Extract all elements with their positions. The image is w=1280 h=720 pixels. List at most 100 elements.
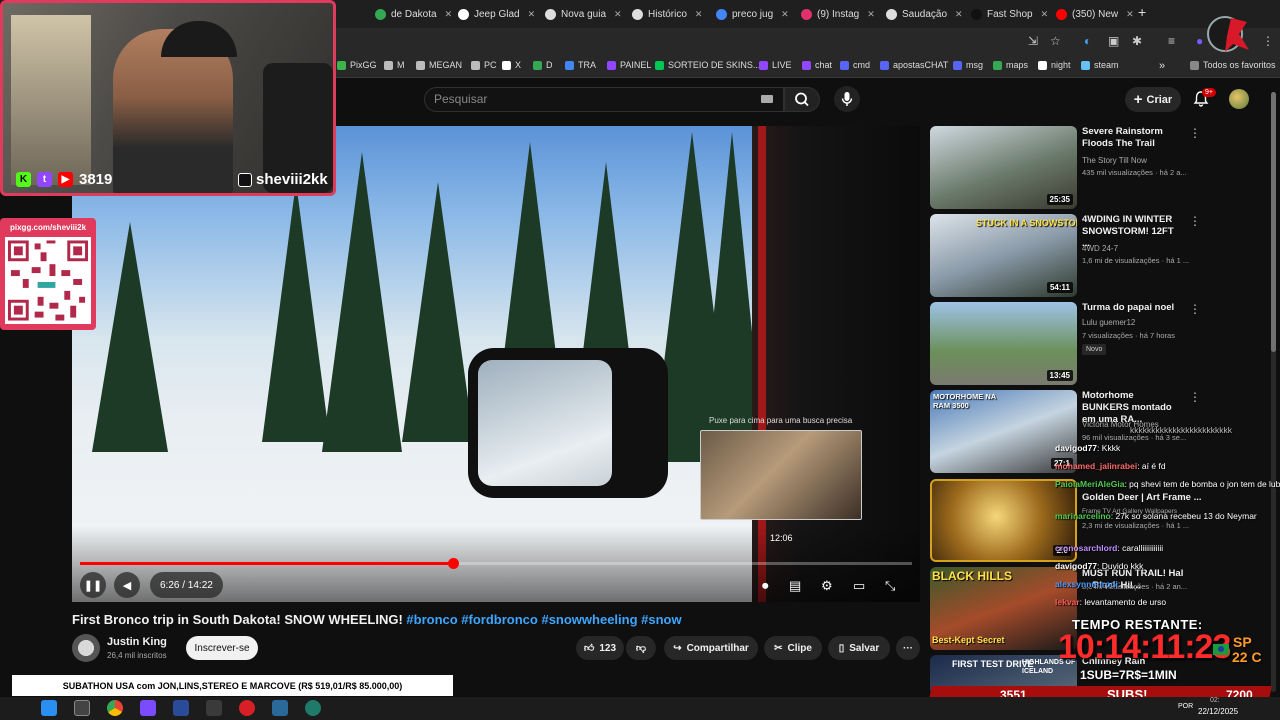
install-icon[interactable]: ⇲ — [1028, 34, 1038, 48]
bookmark-item[interactable]: PAINEL — [607, 60, 651, 70]
channel-name[interactable]: Justin King — [107, 636, 167, 648]
clip-button[interactable]: ✂ Clipe — [764, 636, 822, 660]
clock-time[interactable]: 02: — [1210, 697, 1220, 704]
app-taskbar-icon-5[interactable] — [272, 700, 288, 716]
settings-gear-icon[interactable]: ⚙ — [821, 578, 833, 594]
dislike-button[interactable]: 👎︎ — [626, 636, 656, 660]
clock-date[interactable]: 22/12/2025 — [1198, 707, 1238, 716]
video-player[interactable]: Puxe para cima para uma busca precisa 12… — [72, 126, 920, 602]
browser-tab[interactable]: Saudação ✕ — [886, 4, 963, 24]
extension-icon[interactable]: ◐ — [1084, 34, 1091, 48]
store-icon[interactable] — [74, 700, 90, 716]
chrome-taskbar-icon[interactable] — [107, 700, 123, 716]
app-taskbar-icon-4[interactable] — [239, 700, 255, 716]
recommendation-channel[interactable]: 4WD 24-7 — [1082, 244, 1118, 253]
browser-menu-icon[interactable]: ⋮ — [1262, 34, 1274, 48]
more-vertical-icon[interactable]: ⋮ — [1189, 302, 1201, 316]
chat-text: : Duvido kkk — [1097, 561, 1144, 571]
search-input[interactable] — [434, 89, 734, 109]
video-hashtags[interactable]: #bronco #fordbronco #snowwheeling #snow — [406, 612, 681, 627]
like-button[interactable]: 👍︎ 123 — [576, 636, 624, 660]
bookmark-item[interactable]: D — [533, 60, 553, 70]
account-avatar[interactable] — [1229, 89, 1249, 109]
save-button[interactable]: ▯ Salvar — [828, 636, 890, 660]
keyboard-icon[interactable] — [761, 95, 773, 103]
close-tab-icon[interactable]: ✕ — [955, 9, 963, 20]
app-taskbar-icon-3[interactable] — [206, 700, 222, 716]
close-tab-icon[interactable]: ✕ — [528, 9, 536, 20]
close-tab-icon[interactable]: ✕ — [614, 9, 622, 20]
media-icon[interactable]: ≡ — [1168, 34, 1175, 48]
video-thumbnail[interactable]: STUCK IN A SNOWSTORM 54:11 — [930, 214, 1077, 297]
bookmarks-overflow-button[interactable]: » — [1159, 60, 1165, 72]
progress-bar[interactable] — [80, 558, 912, 569]
new-tab-button[interactable]: + — [1138, 4, 1146, 20]
theater-mode-icon[interactable]: ▭ — [853, 578, 865, 594]
video-thumbnail[interactable]: 25:35 — [930, 126, 1077, 209]
all-favorites-button[interactable]: Todos os favoritos — [1190, 60, 1276, 70]
bookmark-item[interactable]: PixGG — [337, 60, 377, 70]
extension-icon-2[interactable]: ▣ — [1108, 34, 1119, 48]
browser-tab[interactable]: Nova guia ✕ — [545, 4, 622, 24]
bookmark-item[interactable]: cmd — [840, 60, 870, 70]
share-button[interactable]: ↪ Compartilhar — [664, 636, 758, 660]
bookmark-item[interactable]: apostasCHAT — [880, 60, 948, 70]
more-actions-button[interactable]: ··· — [896, 636, 920, 660]
voice-search-button[interactable] — [834, 86, 860, 112]
more-vertical-icon[interactable]: ⋮ — [1189, 214, 1201, 228]
browser-tab[interactable]: de Dakota ✕ — [375, 4, 452, 24]
bookmark-item[interactable]: LIVE — [759, 60, 792, 70]
close-tab-icon[interactable]: ✕ — [867, 9, 875, 20]
bookmark-item[interactable]: TRA — [565, 60, 596, 70]
browser-tab[interactable]: Fast Shop ✕ — [971, 4, 1048, 24]
more-vertical-icon[interactable]: ⋮ — [1189, 126, 1201, 140]
tab-label: Jeep Glad — [474, 8, 520, 20]
bookmark-item[interactable]: M — [384, 60, 405, 70]
bookmark-item[interactable]: maps — [993, 60, 1028, 70]
windows-start-icon[interactable] — [41, 700, 57, 716]
create-button[interactable]: + Criar — [1125, 87, 1181, 112]
bookmark-item[interactable]: steam — [1081, 60, 1119, 70]
extensions-puzzle-icon[interactable]: ✱ — [1132, 34, 1142, 48]
pause-button[interactable]: ❚❚ — [80, 572, 106, 598]
browser-tab[interactable]: preco jug ✕ — [716, 4, 789, 24]
close-tab-icon[interactable]: ✕ — [445, 9, 453, 20]
browser-tab[interactable]: Histórico ✕ — [632, 4, 702, 24]
bookmark-item[interactable]: msg — [953, 60, 983, 70]
bookmark-item[interactable]: X — [502, 60, 521, 70]
bookmark-item[interactable]: SORTEIO DE SKINS... — [655, 60, 760, 70]
recommendation-title[interactable]: Golden Deer | Art Frame ... — [1082, 492, 1212, 504]
recommendation-channel[interactable]: The Story Till Now — [1082, 156, 1147, 165]
bookmark-item[interactable]: MEGAN — [416, 60, 462, 70]
recommendation-title[interactable]: Severe Rainstorm Floods The Trail — [1082, 126, 1182, 150]
close-tab-icon[interactable]: ✕ — [1041, 9, 1049, 20]
progress-scrubber[interactable] — [447, 558, 459, 569]
browser-tab[interactable]: (9) Instag ✕ — [801, 4, 875, 24]
bookmark-item[interactable]: chat — [802, 60, 832, 70]
recommendation-title[interactable]: Turma do papai noel — [1082, 302, 1182, 314]
fullscreen-icon[interactable]: ⤡ — [885, 578, 895, 594]
bookmark-item[interactable]: night — [1038, 60, 1071, 70]
recommendation-channel[interactable]: Lulu guemer12 — [1082, 318, 1135, 327]
video-thumbnail[interactable]: 13:45 — [930, 302, 1077, 385]
close-tab-icon[interactable]: ✕ — [781, 9, 789, 20]
close-tab-icon[interactable]: ✕ — [1126, 9, 1134, 20]
subscribe-button[interactable]: Inscrever-se — [186, 636, 258, 660]
more-vertical-icon[interactable]: ⋮ — [1189, 390, 1201, 404]
subtitles-icon[interactable]: ▤ — [789, 578, 801, 594]
autoplay-toggle-icon[interactable]: ⏺ — [762, 578, 769, 594]
app-taskbar-icon-2[interactable] — [173, 700, 189, 716]
app-taskbar-icon-6[interactable] — [305, 700, 321, 716]
app-taskbar-icon[interactable] — [140, 700, 156, 716]
volume-button[interactable]: ◀ — [114, 572, 140, 598]
search-button[interactable] — [784, 87, 820, 112]
browser-tab[interactable]: Jeep Glad ✕ — [458, 4, 535, 24]
page-scrollbar-thumb[interactable] — [1271, 92, 1276, 352]
keyboard-language[interactable]: POR — [1178, 703, 1193, 710]
profile-icon[interactable]: ● — [1196, 34, 1203, 48]
close-tab-icon[interactable]: ✕ — [695, 9, 703, 20]
bookmark-item[interactable]: PC — [471, 60, 497, 70]
bookmark-star-icon[interactable]: ☆ — [1050, 34, 1061, 48]
browser-tab[interactable]: (350) New ✕ — [1056, 4, 1134, 24]
channel-avatar[interactable] — [72, 634, 100, 662]
